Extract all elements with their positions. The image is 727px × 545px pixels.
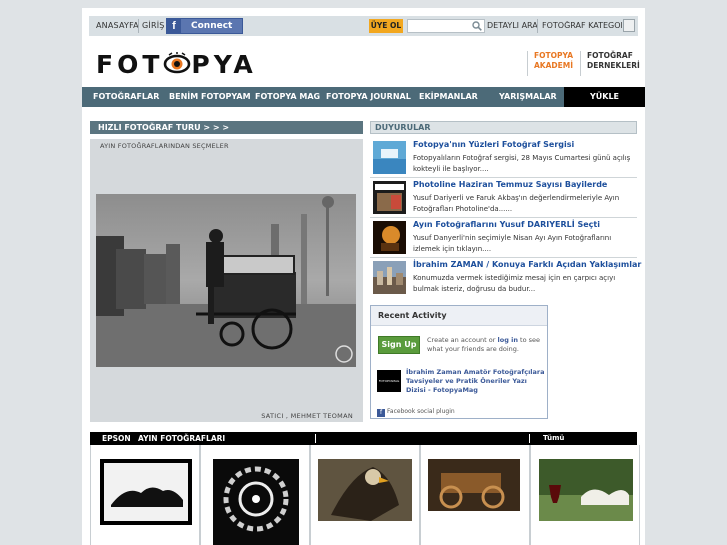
announcement-item[interactable]: İbrahim ZAMAN / Konuya Farklı Açıdan Yak… xyxy=(370,258,641,298)
facebook-signup-button[interactable]: Sign Up xyxy=(378,336,420,354)
announcement-thumbnail[interactable] xyxy=(373,181,406,214)
announcement-desc: Yusuf Dariyerli ve Faruk Akbaş'ın değerl… xyxy=(413,194,620,213)
main-nav: FOTOĞRAFLAR BENİM FOTOPYAM FOTOPYA MAG F… xyxy=(82,87,645,107)
search-input[interactable] xyxy=(407,19,485,33)
announcements-header: DUYURULAR xyxy=(370,121,637,134)
category-dropdown-button[interactable] xyxy=(623,19,635,32)
announcement-item[interactable]: Ayın Fotoğraflarını Yusuf DARIYERLİ Seçt… xyxy=(370,218,637,258)
plugin-text: Facebook social plugin xyxy=(387,408,455,415)
thumbnail-image[interactable] xyxy=(311,445,421,545)
facebook-plugin-label[interactable]: f Facebook social plugin xyxy=(377,408,455,417)
facebook-icon: f xyxy=(167,19,181,33)
monthly-photos-label: AYIN FOTOĞRAFLARI xyxy=(138,434,226,443)
recent-activity-title: Recent Activity xyxy=(371,306,547,326)
recent-activity-story[interactable]: İbrahim Zaman Amatör Fotoğrafçılara Tavs… xyxy=(406,368,546,395)
divider xyxy=(529,434,530,443)
epson-bar: EPSON AYIN FOTOĞRAFLARI Tümü xyxy=(90,432,637,445)
divider xyxy=(138,19,139,33)
photo-thumbnail[interactable] xyxy=(420,445,530,545)
photo-tour-header[interactable]: HIZLI FOTOĞRAF TURU > > > xyxy=(90,121,363,134)
page: ANASAYFA GİRİŞ f Connect ÜYE OL DETAYLI … xyxy=(82,8,645,545)
announcement-desc: Yusuf Danyerli'nin seçimiyle Nisan Ayı A… xyxy=(413,234,612,253)
announcement-title[interactable]: Ayın Fotoğraflarını Yusuf DARIYERLİ Seçt… xyxy=(413,220,600,229)
logo-text-left: FOT xyxy=(96,50,164,79)
akademi-line2: AKADEMİ xyxy=(534,61,574,70)
photo-thumbnail[interactable] xyxy=(200,445,310,545)
akademi-line1: FOTOPYA xyxy=(534,51,574,60)
thumbnail-image[interactable] xyxy=(91,445,201,545)
header-links: FOTOPYA AKADEMİ FOTOĞRAF DERNEKLERİ xyxy=(527,51,640,76)
announcement-thumbnail[interactable] xyxy=(373,261,406,294)
dernekler-link[interactable]: FOTOĞRAF DERNEKLERİ xyxy=(580,51,640,76)
akademi-link[interactable]: FOTOPYA AKADEMİ xyxy=(527,51,573,76)
announcement-thumbnail[interactable] xyxy=(373,141,406,174)
announcement-item[interactable]: Photoline Haziran Temmuz Sayısı Bayilerd… xyxy=(370,178,637,218)
recent-activity-widget: Recent Activity Sign Up Create an accoun… xyxy=(370,305,548,419)
photo-tour-subtitle: AYIN FOTOĞRAFLARINDAN SEÇMELER xyxy=(100,142,229,150)
fotopya-logo[interactable]: FOT PYA xyxy=(96,49,257,79)
featured-photo[interactable] xyxy=(96,194,356,367)
announcement-desc: Fotopyalıların Fotoğraf sergisi, 28 Mayı… xyxy=(413,154,631,173)
photo-thumbnail[interactable] xyxy=(530,445,640,545)
announcement-title[interactable]: Photoline Haziran Temmuz Sayısı Bayilerd… xyxy=(413,180,607,189)
dernekler-line1: FOTOĞRAF xyxy=(587,51,633,60)
thumbnail-image[interactable] xyxy=(201,445,311,545)
announcement-item[interactable]: Fotopya'nın Yüzleri Fotoğraf Sergisi Fot… xyxy=(370,138,637,178)
view-all-link[interactable]: Tümü xyxy=(543,432,564,445)
photo-credit: SATICI , MEHMET TEOMAN xyxy=(261,412,353,420)
dernekler-line2: DERNEKLERİ xyxy=(587,61,640,70)
announcement-title[interactable]: İbrahim ZAMAN / Konuya Farklı Açıdan Yak… xyxy=(413,260,641,269)
search-icon[interactable] xyxy=(472,21,482,31)
thumbnail-image[interactable] xyxy=(421,445,531,545)
divider xyxy=(537,19,538,33)
nav-fotopya-journal[interactable]: FOTOPYA JOURNAL xyxy=(326,87,411,107)
nav-ekipmanlar[interactable]: EKİPMANLAR xyxy=(419,87,478,107)
signup-button[interactable]: ÜYE OL xyxy=(369,19,403,33)
monthly-photos-strip xyxy=(90,445,640,545)
upload-button[interactable]: YÜKLE xyxy=(564,87,645,107)
logo-text-right: PYA xyxy=(191,50,257,79)
nav-fotopya-mag[interactable]: FOTOPYA MAG xyxy=(255,87,320,107)
nav-yarismalar[interactable]: YARIŞMALAR xyxy=(499,87,557,107)
epson-brand: EPSON xyxy=(102,434,131,443)
connect-label: Connect xyxy=(191,21,233,31)
facebook-connect-button[interactable]: f Connect xyxy=(166,18,243,34)
divider xyxy=(315,434,316,443)
facebook-login-link[interactable]: log in xyxy=(498,336,518,344)
advanced-search-link[interactable]: DETAYLI ARA xyxy=(487,21,538,30)
thumbnail-image[interactable] xyxy=(531,445,641,545)
announcement-title[interactable]: Fotopya'nın Yüzleri Fotoğraf Sergisi xyxy=(413,140,574,149)
category-select[interactable]: FOTOĞRAF KATEGORİ xyxy=(542,21,622,30)
home-link[interactable]: ANASAYFA xyxy=(96,21,139,30)
eye-logo-icon xyxy=(164,52,191,74)
photo-thumbnail[interactable] xyxy=(310,445,420,545)
photo-tour-box: AYIN FOTOĞRAFLARINDAN SEÇMELER SATICI , … xyxy=(90,139,363,422)
login-link[interactable]: GİRİŞ xyxy=(142,21,165,30)
nav-benim-fotopyam[interactable]: BENİM FOTOPYAM xyxy=(169,87,251,107)
nav-fotograflar[interactable]: FOTOĞRAFLAR xyxy=(93,87,159,107)
top-bar: ANASAYFA GİRİŞ f Connect ÜYE OL DETAYLI … xyxy=(89,16,638,36)
photo-thumbnail[interactable] xyxy=(90,445,200,545)
recent-activity-text: Create an account or log in to see what … xyxy=(427,336,545,354)
announcement-thumbnail[interactable] xyxy=(373,221,406,254)
facebook-icon: f xyxy=(377,409,385,417)
announcement-desc: Konumuzda vermek istediğimiz mesaj için … xyxy=(413,274,616,293)
fotopyamag-thumbnail[interactable]: FOTOPYAMAG xyxy=(377,370,401,392)
ra-text-pre: Create an account or xyxy=(427,336,498,344)
